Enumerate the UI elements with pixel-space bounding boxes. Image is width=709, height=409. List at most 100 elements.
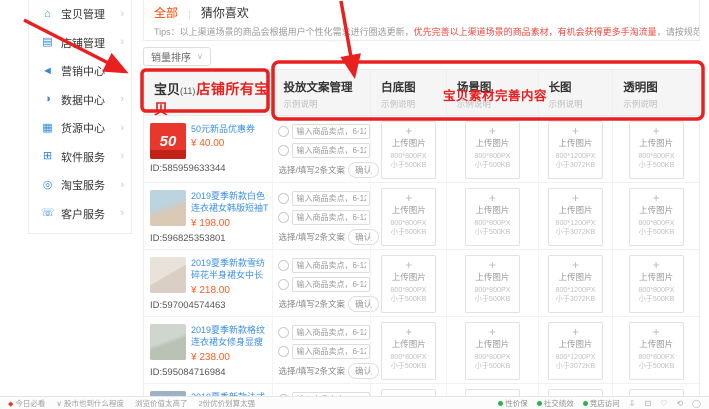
product-title-link[interactable]: 2019夏季新款白色连衣裙女韩版短袖T恤中长款 [191,190,269,215]
upload-image-button[interactable]: + 上传图片 800*800PX 小于500KB [629,188,684,246]
example-link[interactable]: 示例说明 [623,98,699,110]
download-icon[interactable]: ⇩ [629,399,636,408]
tab-all[interactable]: 全部 [154,4,178,21]
upload-size: 800*800PX [631,353,681,361]
long-upload-cell: + 上传图片 800*1200PX 小于3072KB [538,183,613,249]
selling-point-checkbox[interactable] [278,260,289,271]
upload-image-button[interactable]: + 上传图片 800*1200PX 小于3072KB [548,255,603,313]
column-title: 长图 [549,79,613,95]
product-title-link[interactable]: 50元新品优惠券 [191,123,255,135]
sidebar-item-label: 宝贝管理 [61,6,113,22]
upload-image-button[interactable]: + 上传图片 800*1200PX 小于3072KB [548,322,603,380]
marketing-icon: ◄ [41,66,54,77]
example-link[interactable]: 示例说明 [457,98,538,110]
bookmark-item[interactable]: 浏览价值太高了 [135,398,188,409]
selling-point-checkbox[interactable] [278,145,289,156]
example-link[interactable]: 示例说明 [549,98,613,110]
sidebar-item[interactable]: ◑ 数据中心 › [29,86,131,115]
sidebar-item[interactable]: ◄ 营销中心 › [29,57,131,86]
selling-point-checkbox[interactable] [278,327,289,338]
profile-icon[interactable]: ◯ [692,399,701,408]
window-icon[interactable]: ⊡ [644,399,651,408]
long-upload-cell: + 上传图片 800*1200PX 小于3072KB [538,116,613,182]
chevron-right-icon: › [120,180,124,191]
product-image[interactable] [150,324,186,360]
scene-upload-cell: + 上传图片 800*800PX 小于500KB [446,116,538,182]
table-row: 2019夏季新款雪纺碎花半身裙女中长款显瘦白 ¥ 218.00 ID:59700… [144,250,699,317]
tips-line: Tips：以上渠道场景的商品会根据用户个性化需求进行圈选更新，优先完善以上渠道场… [144,21,699,38]
chevron-right-icon: › [120,37,124,48]
upload-image-button[interactable]: + 上传图片 800*800PX 小于500KB [465,322,520,380]
sort-dropdown[interactable]: 销量排序 ∨ [143,47,211,66]
selling-point-input[interactable] [292,344,370,359]
selling-point-input[interactable] [292,277,370,292]
bookmark-item[interactable]: ∨ 股市也到什么程度 [56,398,124,409]
selling-point-checkbox[interactable] [278,346,289,357]
chevron-right-icon: › [120,9,124,20]
sidebar-item[interactable]: ⊞ 软件服务 › [29,143,131,172]
product-title-link[interactable]: 2019夏季新款格纹连衣裙女修身显瘦小众同款 [191,324,269,349]
sidebar-item[interactable]: ▤ 店铺管理 › [29,29,131,58]
upload-limit: 小于500KB [467,228,517,236]
upload-image-button[interactable]: + 上传图片 800*800PX 小于500KB [465,188,520,246]
upload-label: 上传图片 [549,138,602,148]
upload-image-button[interactable]: + 上传图片 800*800PX 小于500KB [629,121,684,179]
selling-point-input[interactable] [292,210,370,225]
upload-image-button[interactable]: + 上传图片 800*800PX 小于500KB [381,188,436,246]
selling-point-input[interactable] [292,325,370,340]
channel-tabs: 全部 | 猜你喜欢 [144,0,699,21]
upload-label: 上传图片 [630,205,683,215]
status-badge[interactable]: 性价保 [498,398,528,409]
sidebar-item-label: 店铺管理 [61,35,113,51]
chevron-right-icon: › [120,151,124,162]
plus-icon: + [466,192,519,205]
upload-limit: 小于500KB [467,161,517,169]
upload-image-button[interactable]: + 上传图片 800*800PX 小于500KB [465,121,520,179]
sidebar-item[interactable]: ◎ 淘宝服务 › [29,171,131,200]
sidebar-item[interactable]: ▦ 货源中心 › [29,114,131,143]
selling-point-cell: 选择/填写2条文案 确认 取消 [272,250,370,316]
upload-image-button[interactable]: + 上传图片 800*800PX 小于500KB [629,255,684,313]
selling-point-checkbox[interactable] [278,279,289,290]
sidebar-item[interactable]: ☏ 客户服务 › [29,200,131,229]
plus-icon: + [466,259,519,272]
selling-point-input[interactable] [292,143,370,158]
bookmark-item[interactable]: 2份优价划算太强 [198,398,255,409]
upload-image-button[interactable]: + 上传图片 800*800PX 小于500KB [629,322,684,380]
selling-point-checkbox[interactable] [278,212,289,223]
product-id: ID:595084716984 [150,367,269,378]
upload-image-button[interactable]: + 上传图片 800*800PX 小于500KB [381,322,436,380]
status-badge[interactable]: 竞店访问 [583,398,620,409]
column-header-whitebg: 白底图 示例说明 [370,70,446,115]
selling-point-checkbox[interactable] [278,193,289,204]
copy-hint: 选择/填写2条文案 [278,365,345,377]
upload-label: 上传图片 [630,272,683,282]
selling-point-input[interactable] [292,124,370,139]
favorite-icon[interactable]: ♡ [660,399,667,408]
upload-image-button[interactable]: + 上传图片 800*800PX 小于500KB [381,255,436,313]
upload-label: 上传图片 [466,272,519,282]
selling-point-input[interactable] [292,258,370,273]
product-image[interactable] [150,190,186,226]
upload-limit: 小于500KB [631,228,681,236]
example-link[interactable]: 示例说明 [284,98,371,110]
sidebar-item[interactable]: ⌂ 宝贝管理 › [29,0,131,29]
upload-size: 800*800PX [384,219,434,227]
baby-header-label: 宝贝 [154,82,180,97]
status-badge[interactable]: 社交绩效 [537,398,574,409]
selling-point-checkbox[interactable] [278,126,289,137]
refresh-icon[interactable]: ⟲ [676,399,683,408]
product-image[interactable]: 50 [150,123,186,159]
upload-image-button[interactable]: + 上传图片 800*1200PX 小于3072KB [548,188,603,246]
product-id: ID:585959633344 [150,163,269,174]
example-link[interactable]: 示例说明 [381,98,446,110]
upload-image-button[interactable]: + 上传图片 800*800PX 小于500KB [381,121,436,179]
upload-image-button[interactable]: + 上传图片 800*800PX 小于500KB [465,255,520,313]
product-title-link[interactable]: 2019夏季新款雪纺碎花半身裙女中长款显瘦白 [191,257,269,282]
selling-point-input[interactable] [292,191,370,206]
tab-guess-you-like[interactable]: 猜你喜欢 [201,4,249,21]
product-image[interactable] [150,257,186,293]
upload-image-button[interactable]: + 上传图片 800*1200PX 小于3072KB [548,121,603,179]
bookmark-item[interactable]: ◆今日必看 [8,398,45,409]
upload-limit: 小于3072KB [550,161,600,169]
